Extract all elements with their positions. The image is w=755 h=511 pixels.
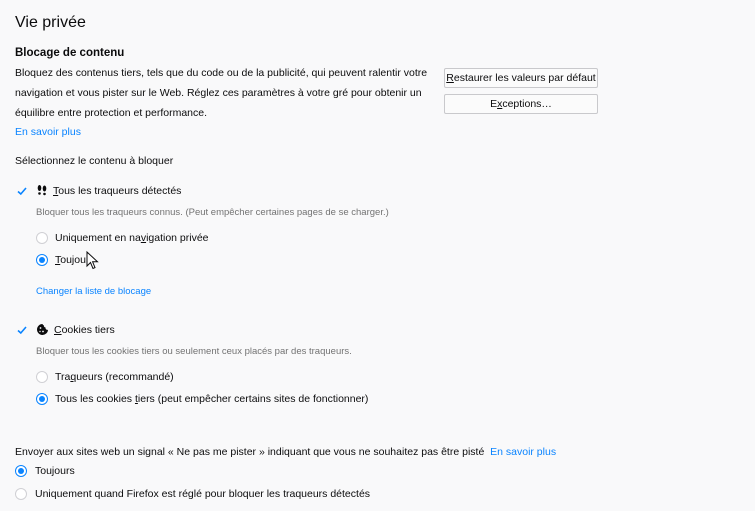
trackers-private-only-rest: igation privée (146, 232, 209, 244)
trackers-always-label[interactable]: Toujou (55, 254, 86, 266)
cookies-all-radio[interactable] (36, 393, 48, 405)
dnt-always-label[interactable]: Toujours (35, 465, 75, 477)
content-blocking-heading: Blocage de contenu (15, 47, 125, 59)
mouse-cursor-icon (86, 250, 100, 271)
dnt-only-when-blocking-label[interactable]: Uniquement quand Firefox est réglé pour … (35, 488, 370, 500)
page-title: Vie privée (15, 14, 86, 31)
restore-defaults-button[interactable]: Restaurer les valeurs par défaut (444, 68, 598, 88)
cookies-label[interactable]: Cookies tiers (54, 324, 115, 336)
cookies-label-text: ookies tiers (61, 324, 115, 336)
content-blocking-desc-1: Bloquez des contenus tiers, tels que du … (15, 67, 428, 79)
exceptions-label-rest: ceptions… (502, 98, 552, 110)
cookies-all-prefix: Tous les cookies (55, 393, 135, 405)
cookies-trackers-rest: ueurs (recommandé) (76, 371, 174, 383)
trackers-always-radio[interactable] (36, 254, 48, 266)
change-block-list-link[interactable]: Changer la liste de blocage (36, 286, 151, 297)
trackers-label-text: ous les traqueurs détectés (58, 185, 182, 197)
exceptions-button[interactable]: Exceptions… (444, 94, 598, 114)
dnt-label-text: Envoyer aux sites web un signal « Ne pas… (15, 446, 485, 458)
cookies-trackers-radio[interactable] (36, 371, 48, 383)
trackers-private-only-label[interactable]: Uniquement en navigation privée (55, 232, 209, 244)
trackers-private-only-prefix: Uniquement en na (55, 232, 141, 244)
trackers-private-only-radio[interactable] (36, 232, 48, 244)
cookies-desc: Bloquer tous les cookies tiers ou seulem… (36, 346, 352, 357)
checkmark-icon (17, 187, 27, 196)
checkmark-icon (17, 326, 27, 335)
cookies-all-label[interactable]: Tous les cookies tiers (peut empêcher ce… (55, 393, 368, 405)
dnt-learn-more-link[interactable]: En savoir plus (490, 446, 556, 458)
dnt-only-when-blocking-radio[interactable] (15, 488, 27, 500)
restore-defaults-access-key: R (446, 72, 454, 84)
trackers-checkbox[interactable] (16, 185, 28, 197)
trackers-icon (36, 184, 48, 198)
content-blocking-desc-3: équilibre entre protection et performanc… (15, 107, 208, 119)
cookies-all-rest: iers (peut empêcher certains sites de fo… (137, 393, 369, 405)
dnt-label: Envoyer aux sites web un signal « Ne pas… (15, 446, 556, 458)
restore-defaults-label: estaurer les valeurs par défaut (453, 72, 596, 84)
cookie-icon (36, 323, 49, 336)
trackers-always-text: oujou (60, 254, 86, 266)
dnt-always-radio[interactable] (15, 465, 27, 477)
content-blocking-learn-more-link[interactable]: En savoir plus (15, 126, 81, 138)
cookies-trackers-prefix: Tra (55, 371, 71, 383)
cookies-access-key: C (54, 324, 62, 336)
cookies-trackers-label[interactable]: Traqueurs (recommandé) (55, 371, 174, 383)
cookies-checkbox[interactable] (16, 324, 28, 336)
content-blocking-desc-2: navigation et vous pister sur le Web. Ré… (15, 87, 422, 99)
trackers-label[interactable]: Tous les traqueurs détectés (53, 185, 181, 197)
trackers-desc: Bloquer tous les traqueurs connus. (Peut… (36, 207, 389, 218)
select-content-label: Sélectionnez le contenu à bloquer (15, 155, 174, 167)
